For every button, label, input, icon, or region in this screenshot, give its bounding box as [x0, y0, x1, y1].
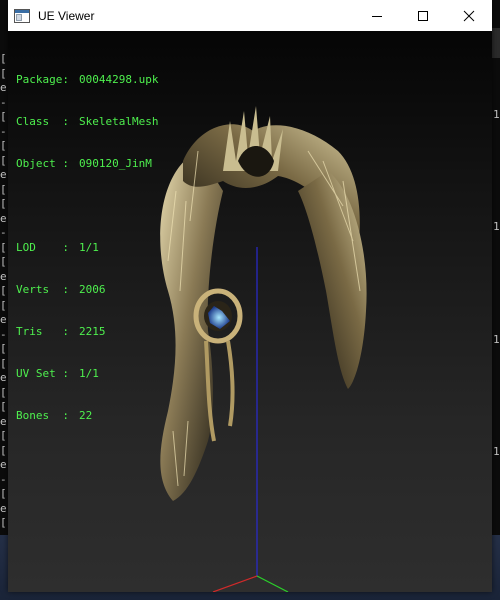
- console-char: [: [0, 516, 7, 529]
- info-label: Class :: [16, 115, 69, 128]
- console-char: [: [0, 284, 7, 297]
- ue-viewer-window: UE Viewer Package: 00044298.upk Class: …: [8, 0, 492, 592]
- console-char: e: [0, 269, 7, 283]
- minimize-icon: [372, 15, 382, 17]
- info-value: 22: [79, 409, 93, 422]
- info-verts: Verts : 2006: [16, 283, 158, 297]
- console-char: [: [0, 298, 7, 312]
- info-label: LOD :: [16, 241, 69, 254]
- console-left-edge: [[e -[-[[e[[e -[[e[[e -[[e[[e[[e -[e[: [0, 52, 8, 532]
- console-char: [: [0, 356, 7, 370]
- console-char: [: [0, 110, 7, 123]
- console-char: [: [0, 139, 7, 152]
- console-char: -: [0, 327, 7, 341]
- console-char: [: [0, 443, 7, 457]
- console-char: e: [0, 211, 7, 225]
- console-char: [: [0, 197, 7, 210]
- info-value: 2215: [79, 325, 106, 338]
- info-bones: Bones : 22: [16, 409, 158, 423]
- info-lod: LOD : 1/1: [16, 241, 158, 255]
- info-label: Package:: [16, 73, 69, 86]
- info-label: Tris :: [16, 325, 69, 338]
- window-title: UE Viewer: [38, 8, 95, 23]
- info-tris: Tris : 2215: [16, 325, 158, 339]
- info-value: 1/1: [79, 367, 99, 380]
- info-package: Package: 00044298.upk: [16, 73, 158, 87]
- console-char: 1: [493, 333, 500, 346]
- console-char: [: [0, 255, 7, 268]
- info-label: Object :: [16, 157, 69, 170]
- maximize-button[interactable]: [400, 0, 446, 31]
- console-char: [: [0, 240, 7, 254]
- console-char: 1: [493, 220, 500, 233]
- console-char: [: [0, 385, 7, 399]
- console-char: [: [0, 66, 7, 80]
- x-axis: [212, 575, 258, 592]
- console-char: e: [0, 414, 7, 428]
- console-right-edge: 1 1 1 1: [492, 0, 500, 600]
- mesh-info-overlay: Package: 00044298.upk Class : SkeletalMesh…: [16, 45, 158, 451]
- maximize-icon: [418, 10, 428, 21]
- console-char: [: [0, 153, 7, 167]
- console-char: [: [0, 429, 7, 442]
- console-char: [: [0, 52, 7, 65]
- console-char: 1: [493, 108, 500, 121]
- info-label: Verts :: [16, 283, 69, 296]
- info-object: Object : 090120_JinM: [16, 157, 158, 171]
- console-char: e: [0, 168, 7, 181]
- fur-stole-mesh: [160, 106, 367, 501]
- console-char: [: [0, 400, 7, 413]
- info-label: UV Set :: [16, 367, 69, 380]
- console-char: -: [0, 95, 7, 109]
- console-char: e: [0, 313, 7, 326]
- render-viewport[interactable]: Package: 00044298.upk Class : SkeletalMesh…: [8, 31, 492, 592]
- console-char: -: [0, 124, 7, 138]
- console-char: 1: [493, 445, 500, 458]
- info-value: SkeletalMesh: [79, 115, 159, 128]
- close-icon: [463, 10, 475, 21]
- console-char: [: [0, 342, 7, 355]
- console-char: -: [0, 472, 7, 486]
- console-char: [: [0, 182, 7, 196]
- console-char: e: [0, 458, 7, 471]
- y-axis: [256, 575, 289, 592]
- info-value: 00044298.upk: [79, 73, 159, 86]
- info-class: Class : SkeletalMesh: [16, 115, 158, 129]
- info-label: Bones :: [16, 409, 69, 422]
- info-value: 1/1: [79, 241, 99, 254]
- console-char: e: [0, 501, 7, 515]
- close-button[interactable]: [446, 0, 492, 31]
- info-value: 2006: [79, 283, 106, 296]
- console-char: e: [0, 371, 7, 384]
- console-char: e: [0, 81, 7, 94]
- app-icon: [14, 8, 30, 24]
- info-uvset: UV Set : 1/1: [16, 367, 158, 381]
- info-value: 090120_JinM: [79, 157, 152, 170]
- console-char: [: [0, 487, 7, 500]
- minimize-button[interactable]: [354, 0, 400, 31]
- console-char: -: [0, 226, 7, 239]
- title-bar[interactable]: UE Viewer: [8, 0, 492, 31]
